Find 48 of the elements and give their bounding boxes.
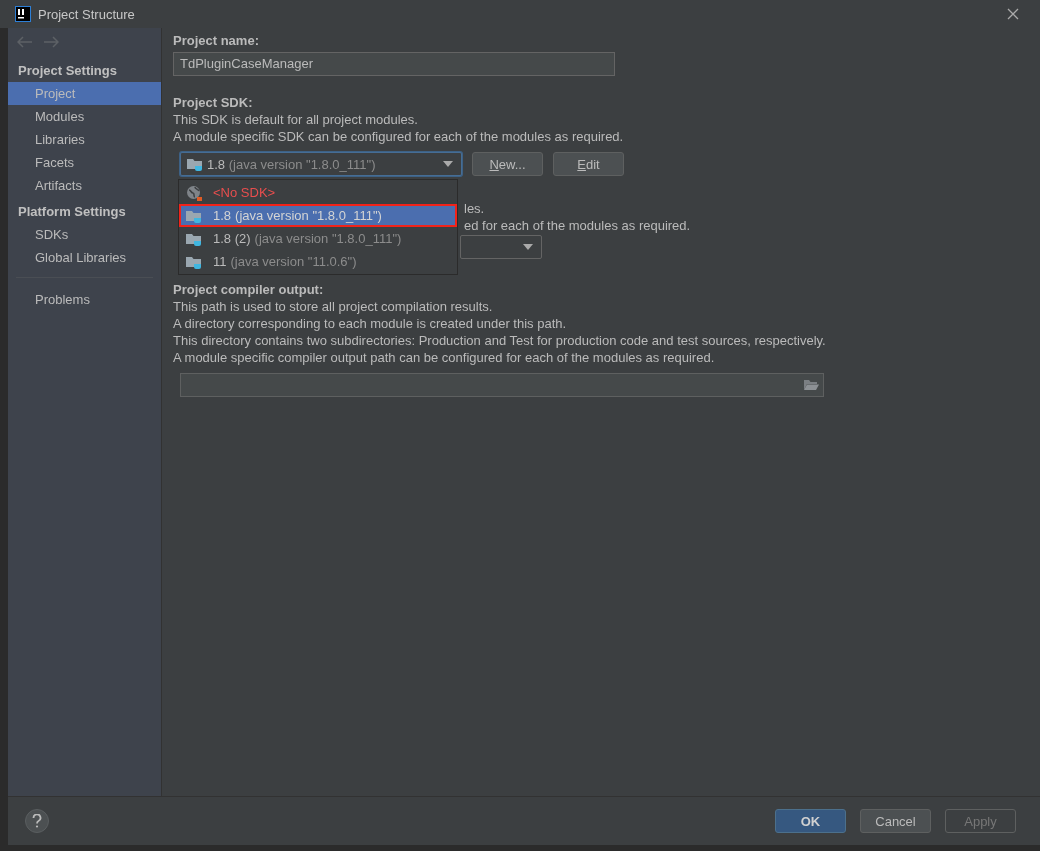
sdk-option[interactable]: 1.8 (java version "1.8.0_111") — [179, 204, 457, 227]
folder-icon — [186, 231, 202, 246]
globe-icon — [186, 184, 202, 201]
caret-icon — [443, 161, 453, 167]
folder-icon — [186, 208, 202, 223]
project-name-field[interactable]: TdPluginCaseManager — [173, 52, 615, 76]
sidebar-item[interactable]: Artifacts — [8, 174, 161, 197]
back-arrow-icon[interactable] — [17, 36, 33, 48]
language-dropdown[interactable] — [460, 235, 542, 259]
sidebar-item[interactable]: Facets — [8, 151, 161, 174]
section-heading: Project Settings — [17, 62, 118, 80]
question-mark-icon — [32, 814, 42, 828]
app-logo-icon — [15, 6, 31, 22]
description-text: This SDK is default for all project modules. — [173, 111, 419, 128]
folder-icon — [187, 157, 203, 171]
description-text: A module specific compiler output path can be configured for each of the modules as required. — [173, 349, 716, 366]
help-button[interactable] — [25, 809, 49, 833]
sdk-option[interactable]: 11 (java version "11.0.6") — [179, 250, 457, 273]
forward-arrow-icon[interactable] — [43, 36, 59, 48]
output-path-field[interactable] — [180, 373, 824, 397]
section-heading: Platform Settings — [17, 203, 127, 221]
sidebar-item[interactable]: Problems — [8, 288, 161, 311]
sdk-option[interactable]: <No SDK> — [179, 181, 457, 204]
description-text: This path is used to store all project compilation results. — [173, 298, 494, 315]
dialog-button[interactable]: New... — [472, 152, 543, 176]
description-text: les. — [464, 200, 485, 217]
dialog-button[interactable]: Cancel — [860, 809, 931, 833]
close-icon[interactable] — [1007, 8, 1019, 20]
description-text: This directory contains two subdirectories: Production and Test for production code and test sources, respectively. — [173, 332, 827, 349]
description-text: A module specific SDK can be configured for each of the modules as required. — [173, 128, 625, 145]
sdk-dropdown[interactable]: 1.8 (java version "1.8.0_111") — [180, 152, 462, 176]
sidebar-item[interactable]: Global Libraries — [8, 246, 161, 269]
dialog-button[interactable]: OK — [775, 809, 846, 833]
section-heading: Project compiler output: — [173, 281, 325, 298]
folder-icon — [186, 254, 202, 269]
field-label: Project name: — [173, 32, 260, 49]
window-title: Project Structure — [38, 6, 135, 22]
folder-icon[interactable] — [804, 379, 819, 391]
section-heading: Project SDK: — [173, 94, 254, 111]
description-text: ed for each of the modules as required. — [464, 217, 691, 234]
sidebar-item[interactable]: Modules — [8, 105, 161, 128]
sidebar-item[interactable]: Project — [8, 82, 161, 105]
sidebar-item[interactable]: Libraries — [8, 128, 161, 151]
sdk-option[interactable]: 1.8 (2) (java version "1.8.0_111") — [179, 227, 457, 250]
description-text: A directory corresponding to each module is created under this path. — [173, 315, 568, 332]
dialog-button[interactable]: Edit — [553, 152, 624, 176]
caret-icon — [523, 244, 533, 250]
sidebar-item[interactable]: SDKs — [8, 223, 161, 246]
